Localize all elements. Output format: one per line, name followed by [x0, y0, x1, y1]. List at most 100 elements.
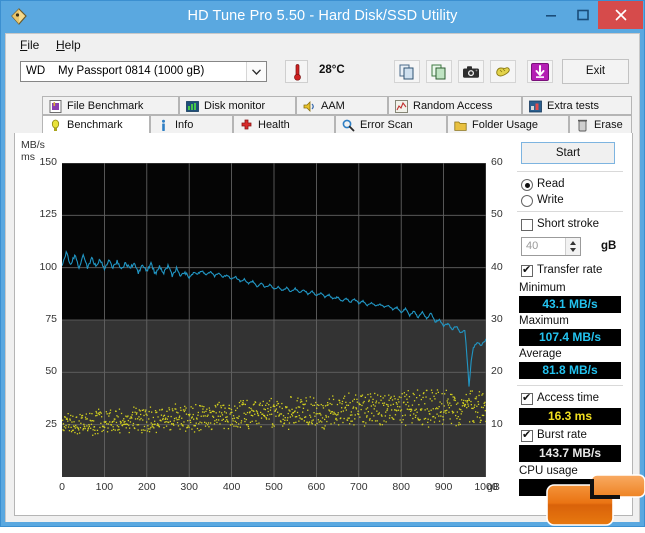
tab-label: File Benchmark [67, 97, 143, 115]
x-axis-tick: 1000 [466, 481, 506, 493]
divider [517, 385, 623, 386]
radio-write-icon [521, 195, 533, 207]
y-axis-tick-right: 30 [491, 313, 503, 325]
short-stroke-value: 40 [526, 240, 538, 252]
tab-label: Erase [594, 116, 623, 134]
tab-label: Health [258, 116, 290, 134]
radio-read-label: Read [537, 177, 565, 192]
tab-health[interactable]: Health [233, 115, 335, 134]
results-panel: Start Read Write Short stroke 40 [515, 137, 627, 511]
benchmark-icon [49, 119, 62, 132]
stepper-down-icon[interactable] [570, 248, 576, 252]
menu-bar: File Help [6, 34, 639, 55]
y-axis-tick-left: 150 [23, 156, 57, 168]
radio-read-icon [521, 179, 533, 191]
extra-tests-icon [529, 100, 542, 113]
file-benchmark-icon [49, 100, 62, 113]
hd-tune-window: HD Tune Pro 5.50 - Hard Disk/SSD Utility… [0, 0, 645, 527]
tab-disk-monitor[interactable]: Disk monitor [179, 96, 296, 115]
tab-label: Disk monitor [204, 97, 265, 115]
error-scan-icon [342, 119, 355, 132]
divider [517, 211, 623, 212]
start-button[interactable]: Start [521, 142, 615, 164]
health-icon [240, 119, 253, 132]
cpu-usage-value [519, 479, 621, 496]
maximum-value: 107.4 MB/s [519, 329, 621, 346]
copy-button[interactable] [394, 60, 420, 83]
drive-model: My Passport 0814 (1000 gB) [58, 65, 204, 77]
x-axis-tick: 400 [212, 481, 252, 493]
tab-strip: File Benchmark Disk monitor AAM [14, 96, 633, 134]
average-value: 81.8 MB/s [519, 362, 621, 379]
x-axis-tick: 300 [169, 481, 209, 493]
exit-button[interactable]: Exit [562, 59, 629, 84]
tab-folder-usage[interactable]: Folder Usage [447, 115, 569, 134]
menu-help-label-rest: elp [65, 38, 81, 52]
transfer-rate-label: Transfer rate [537, 263, 602, 278]
thermometer-icon [294, 64, 301, 86]
access-time-value: 16.3 ms [519, 408, 621, 425]
copy-image-button[interactable] [426, 60, 452, 83]
short-stroke-stepper[interactable]: 40 [521, 237, 581, 256]
tab-label: Error Scan [360, 116, 413, 134]
tab-random-access[interactable]: Random Access [388, 96, 522, 115]
y-axis-tick-left: 50 [23, 365, 57, 377]
y-axis-tick-right: 50 [491, 208, 503, 220]
tab-erase[interactable]: Erase [569, 115, 632, 134]
short-stroke-label: Short stroke [537, 217, 599, 232]
x-axis-tick: 700 [339, 481, 379, 493]
drive-vendor: WD [26, 65, 45, 77]
x-axis-tick: 800 [381, 481, 421, 493]
minimum-value: 43.1 MB/s [519, 296, 621, 313]
benchmark-chart: MB/s ms gB 25507510012515010203040506001… [21, 139, 508, 509]
burst-rate-checkbox-icon [521, 430, 533, 442]
close-button[interactable] [598, 1, 643, 29]
stepper-buttons[interactable] [565, 238, 580, 255]
info-icon [157, 119, 170, 132]
menu-file[interactable]: File [14, 37, 45, 53]
menu-file-label-rest: ile [27, 38, 39, 52]
tools-button[interactable] [490, 60, 516, 83]
x-axis-tick: 500 [254, 481, 294, 493]
divider [517, 171, 623, 172]
title-bar: HD Tune Pro 5.50 - Hard Disk/SSD Utility [1, 1, 644, 33]
tab-label: AAM [321, 97, 345, 115]
chevron-down-icon[interactable] [246, 62, 266, 81]
toolbar: WD My Passport 0814 (1000 gB) 28°C [6, 55, 639, 93]
tab-aam[interactable]: AAM [296, 96, 388, 115]
stepper-up-icon[interactable] [570, 241, 576, 245]
tab-error-scan[interactable]: Error Scan [335, 115, 447, 134]
drive-select[interactable]: WD My Passport 0814 (1000 gB) [20, 61, 267, 82]
tab-extra-tests[interactable]: Extra tests [522, 96, 632, 115]
transfer-rate-checkbox-icon [521, 265, 533, 277]
short-stroke-checkbox-icon [521, 219, 533, 231]
tab-row-top: File Benchmark Disk monitor AAM [14, 96, 633, 115]
tab-label: Folder Usage [472, 116, 538, 134]
temperature-value: 28°C [319, 64, 345, 76]
maximize-button[interactable] [567, 1, 599, 29]
short-stroke-unit: gB [601, 240, 616, 252]
maximum-label: Maximum [519, 315, 569, 327]
minimize-button[interactable] [535, 1, 567, 29]
y-axis-tick-right: 60 [491, 156, 503, 168]
benchmark-panel: MB/s ms gB 25507510012515010203040506001… [14, 133, 633, 516]
y-axis-tick-left: 75 [23, 313, 57, 325]
tab-label: Benchmark [67, 116, 123, 134]
chart-y2label: ms [21, 151, 508, 163]
tab-file-benchmark[interactable]: File Benchmark [42, 96, 179, 115]
radio-write-label: Write [537, 193, 564, 208]
disk-monitor-icon [186, 100, 199, 113]
tab-info[interactable]: Info [150, 115, 233, 134]
tab-label: Info [175, 116, 193, 134]
y-axis-tick-right: 40 [491, 261, 503, 273]
aam-icon [303, 100, 316, 113]
screenshot-button[interactable] [458, 60, 484, 83]
temperature-indicator [285, 60, 308, 83]
average-label: Average [519, 348, 562, 360]
save-button[interactable] [527, 60, 553, 83]
y-axis-tick-right: 10 [491, 418, 503, 430]
menu-help[interactable]: Help [50, 37, 87, 53]
tab-benchmark[interactable]: Benchmark [42, 115, 150, 135]
y-axis-tick-left: 125 [23, 208, 57, 220]
y-axis-tick-left: 100 [23, 261, 57, 273]
